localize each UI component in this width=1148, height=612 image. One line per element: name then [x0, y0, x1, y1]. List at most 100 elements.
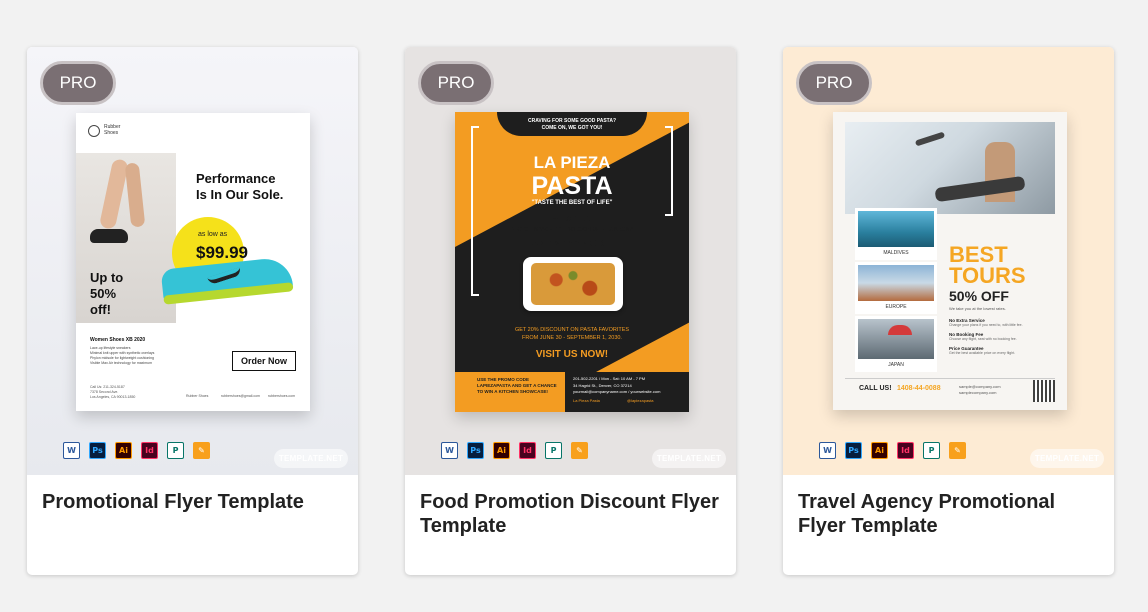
place-card-maldives: MALDIVES — [855, 208, 937, 260]
contact-line: samplecompany.com — [959, 390, 997, 395]
left-bracket — [471, 126, 479, 296]
pages-icon: ✎ — [193, 442, 210, 459]
template-net-watermark: TEMPLATE.NET — [1030, 449, 1104, 468]
card-title[interactable]: Travel Agency Promotional Flyer Template — [798, 490, 1098, 538]
flyer-web: rubbershoes.com — [268, 394, 296, 398]
order-now-button: Order Now — [232, 351, 296, 371]
tour-subtitle: We take you at the lowest rates. — [949, 306, 1006, 311]
pro-badge: PRO — [796, 61, 872, 105]
discount-info: GET 20% DISCOUNT ON PASTA FAVORITES FROM… — [455, 326, 689, 342]
tour-phone: 1408-44-0088 — [897, 385, 941, 392]
contact-line: yourmail@companyname.com / yourwebsite.c… — [573, 389, 661, 394]
percent-label: 50% — [90, 286, 117, 301]
card-title[interactable]: Promotional Flyer Template — [42, 490, 342, 514]
publisher-icon: P — [545, 442, 562, 459]
social-instagram: @lapiezapasta — [627, 398, 654, 403]
best-label: BEST — [949, 242, 1008, 267]
template-card-food-promotion[interactable]: CRAVING FOR SOME GOOD PASTA? COME ON, WE… — [405, 47, 736, 575]
flyer-email: rubbershoes@gmail.com — [221, 394, 260, 398]
visit-us-label: VISIT US NOW! — [535, 349, 609, 360]
restaurant-name-1: LA PIEZA — [533, 153, 611, 172]
indesign-icon: Id — [897, 442, 914, 459]
flyer-contact: Call Us: 211-324-5187 7378 Second Ave. L… — [90, 385, 135, 400]
photoshop-icon: Ps — [467, 442, 484, 459]
flyer-signature: Rubber Shoes — [186, 394, 209, 398]
discount-text: Up to 50% off! — [90, 270, 123, 318]
word-icon: W — [819, 442, 836, 459]
perk-item: Price Guarantee Get the best available p… — [949, 346, 1059, 355]
place-card-japan: JAPAN — [855, 316, 937, 372]
contact-line: Los Angeles, CA 90013-1850 — [90, 395, 136, 399]
discount-line: GET 20% DISCOUNT ON PASTA FAVORITES — [514, 327, 630, 333]
pages-icon: ✎ — [949, 442, 966, 459]
card-thumbnail[interactable]: MALDIVES EUROPE JAPAN BEST TOURS 50% OFF… — [783, 47, 1114, 475]
perk-list: No Extra Service Change your plans if yo… — [949, 318, 1059, 355]
perk-desc: Get the best available price on every fl… — [949, 351, 1016, 355]
flyer-tagline: CRAVING FOR SOME GOOD PASTA? COME ON, WE… — [455, 118, 689, 132]
word-icon: W — [441, 442, 458, 459]
product-name: Women Shoes XB 2020 — [90, 337, 146, 343]
photoshop-icon: Ps — [845, 442, 862, 459]
photoshop-icon: Ps — [89, 442, 106, 459]
best-tours: BEST TOURS — [949, 242, 1026, 288]
off-label: off! — [90, 302, 111, 317]
pages-icon: ✎ — [571, 442, 588, 459]
template-card-promotional[interactable]: Rubber Shoes Performance Is In Our Sole.… — [27, 47, 358, 575]
flyer-quote: "TASTE THE BEST OF LIFE" — [531, 200, 613, 206]
feature-list: Lace-up lifestyle sneakers Minimal knit … — [90, 346, 190, 366]
tours-label: TOURS — [949, 263, 1026, 288]
headline-line-1: Performance — [196, 171, 276, 186]
card-title[interactable]: Food Promotion Discount Flyer Template — [420, 490, 720, 538]
airport-photo — [845, 122, 1055, 214]
pro-badge: PRO — [40, 61, 116, 105]
template-net-watermark: TEMPLATE.NET — [652, 449, 726, 468]
social-facebook: La Pieza Pasta — [573, 398, 600, 403]
indesign-icon: Id — [141, 442, 158, 459]
format-icons: W Ps Ai Id P ✎ — [819, 442, 966, 459]
discount-line: FROM JUNE 30 - SEPTEMBER 1, 2030. — [522, 335, 622, 341]
perk-item: No Extra Service Change your plans if yo… — [949, 318, 1059, 327]
promo-box: USE THE PROMO CODE LAPIEZAPASTA AND GET … — [455, 372, 565, 412]
card-thumbnail[interactable]: Rubber Shoes Performance Is In Our Sole.… — [27, 47, 358, 475]
format-icons: W Ps Ai Id P ✎ — [441, 442, 588, 459]
up-to-label: Up to — [90, 270, 124, 285]
perk-desc: Change your plans if you need to, with l… — [949, 323, 1023, 327]
call-us-label: CALL US! — [859, 385, 892, 392]
and-more-label: AND MANY MORE! — [531, 238, 613, 248]
place-label: MALDIVES — [883, 250, 909, 256]
pasta-dish-image — [523, 257, 623, 311]
perk-item: No Booking Fee Choose any flight, seat w… — [949, 332, 1059, 341]
indesign-icon: Id — [519, 442, 536, 459]
promo-text: USE THE PROMO CODE LAPIEZAPASTA AND GET … — [477, 377, 557, 394]
as-low-as-label: as low as — [198, 231, 228, 238]
tour-discount: 50% OFF — [949, 288, 1009, 304]
place-label: EUROPE — [885, 304, 907, 310]
feature-item: Visible Max Air technology for maximum — [90, 361, 152, 365]
publisher-icon: P — [167, 442, 184, 459]
perk-desc: Choose any flight, seat with no booking … — [949, 337, 1017, 341]
template-card-travel-agency[interactable]: MALDIVES EUROPE JAPAN BEST TOURS 50% OFF… — [783, 47, 1114, 575]
flyer-preview: CRAVING FOR SOME GOOD PASTA? COME ON, WE… — [455, 112, 689, 412]
airplane-icon — [914, 131, 946, 147]
flyer-preview: MALDIVES EUROPE JAPAN BEST TOURS 50% OFF… — [833, 112, 1067, 410]
headline-line-2: Is In Our Sole. — [196, 187, 284, 202]
format-icons: W Ps Ai Id P ✎ — [63, 442, 210, 459]
publisher-icon: P — [923, 442, 940, 459]
illustrator-icon: Ai — [115, 442, 132, 459]
tagline-line: CRAVING FOR SOME GOOD PASTA? — [527, 118, 617, 124]
place-card-europe: EUROPE — [855, 262, 937, 314]
flyer-price: $99.99 — [196, 243, 248, 262]
flyer-headline: Performance Is In Our Sole. — [196, 171, 310, 203]
pro-badge: PRO — [418, 61, 494, 105]
illustrator-icon: Ai — [871, 442, 888, 459]
tour-contact: sample@company.com samplecompany.com — [959, 384, 1001, 396]
illustrator-icon: Ai — [493, 442, 510, 459]
flyer-brand: Rubber Shoes — [104, 124, 121, 136]
card-thumbnail[interactable]: CRAVING FOR SOME GOOD PASTA? COME ON, WE… — [405, 47, 736, 475]
tagline-line: COME ON, WE GOT YOU! — [541, 125, 603, 131]
qr-code-icon — [1033, 380, 1055, 402]
menu-items: PESTO • SPAGHETTI BOLOGNESE • LASAGNA — [510, 227, 634, 233]
food-contact: 201-502-2201 / Mon - Sat: 10 AM - 7 PM 3… — [573, 376, 685, 396]
divider — [845, 378, 1055, 379]
we-offer-label: WE OFFER: — [552, 216, 592, 223]
